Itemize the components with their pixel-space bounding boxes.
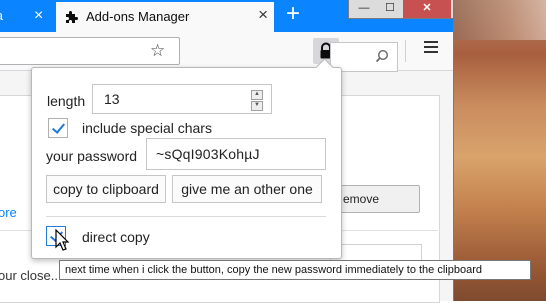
chevron-down-icon[interactable]: ▼ bbox=[251, 101, 263, 111]
close-icon[interactable]: × bbox=[34, 0, 43, 32]
password-label: your password bbox=[46, 148, 138, 164]
popup-divider bbox=[46, 216, 326, 217]
tab-title: Add-ons Manager bbox=[86, 9, 190, 24]
direct-copy-label: direct copy bbox=[82, 229, 150, 245]
description-text: our close... bbox=[0, 268, 62, 283]
hamburger-icon[interactable] bbox=[424, 41, 438, 55]
special-chars-checkbox[interactable] bbox=[48, 118, 68, 138]
length-label: length bbox=[47, 93, 86, 109]
puzzle-piece-icon bbox=[66, 11, 78, 23]
tab-previous-label: a bbox=[0, 0, 3, 32]
regenerate-password-button[interactable]: give me an other one bbox=[172, 175, 322, 203]
tab-add-ons-manager[interactable]: Add-ons Manager × bbox=[56, 2, 274, 32]
mouse-cursor-icon bbox=[55, 229, 70, 251]
star-icon[interactable]: ☆ bbox=[150, 41, 165, 61]
tab-strip: a × Add-ons Manager × + — ☐ ✕ bbox=[0, 0, 454, 32]
remove-button[interactable]: emove bbox=[340, 185, 420, 213]
copy-to-clipboard-button[interactable]: copy to clipboard bbox=[46, 175, 166, 203]
tooltip: next time when i click the button, copy … bbox=[59, 260, 531, 280]
more-link[interactable]: ore bbox=[0, 205, 17, 220]
length-value: 13 bbox=[104, 91, 120, 107]
remove-button-label: emove bbox=[343, 192, 380, 206]
search-icon bbox=[375, 49, 389, 63]
password-field[interactable]: ~sQqI903KohµJ bbox=[146, 138, 326, 170]
password-value: ~sQqI903KohµJ bbox=[156, 146, 260, 162]
desktop-wallpaper bbox=[453, 0, 546, 301]
length-input[interactable]: 13 ▲ ▼ bbox=[92, 84, 272, 114]
window-controls: — ☐ ✕ bbox=[348, 0, 454, 19]
length-stepper[interactable]: ▲ ▼ bbox=[251, 90, 263, 111]
tab-previous[interactable]: a × bbox=[0, 0, 52, 32]
window-close-button[interactable]: ✕ bbox=[403, 0, 451, 18]
chevron-up-icon[interactable]: ▲ bbox=[251, 90, 263, 100]
plus-icon[interactable]: + bbox=[282, 2, 304, 28]
maximize-button[interactable]: ☐ bbox=[377, 0, 403, 18]
minimize-button[interactable]: — bbox=[351, 0, 377, 18]
close-icon[interactable]: × bbox=[258, 5, 268, 25]
toolbar-separator bbox=[405, 40, 406, 62]
special-chars-label: include special chars bbox=[82, 120, 212, 136]
url-bar[interactable]: ☆ bbox=[0, 37, 180, 65]
